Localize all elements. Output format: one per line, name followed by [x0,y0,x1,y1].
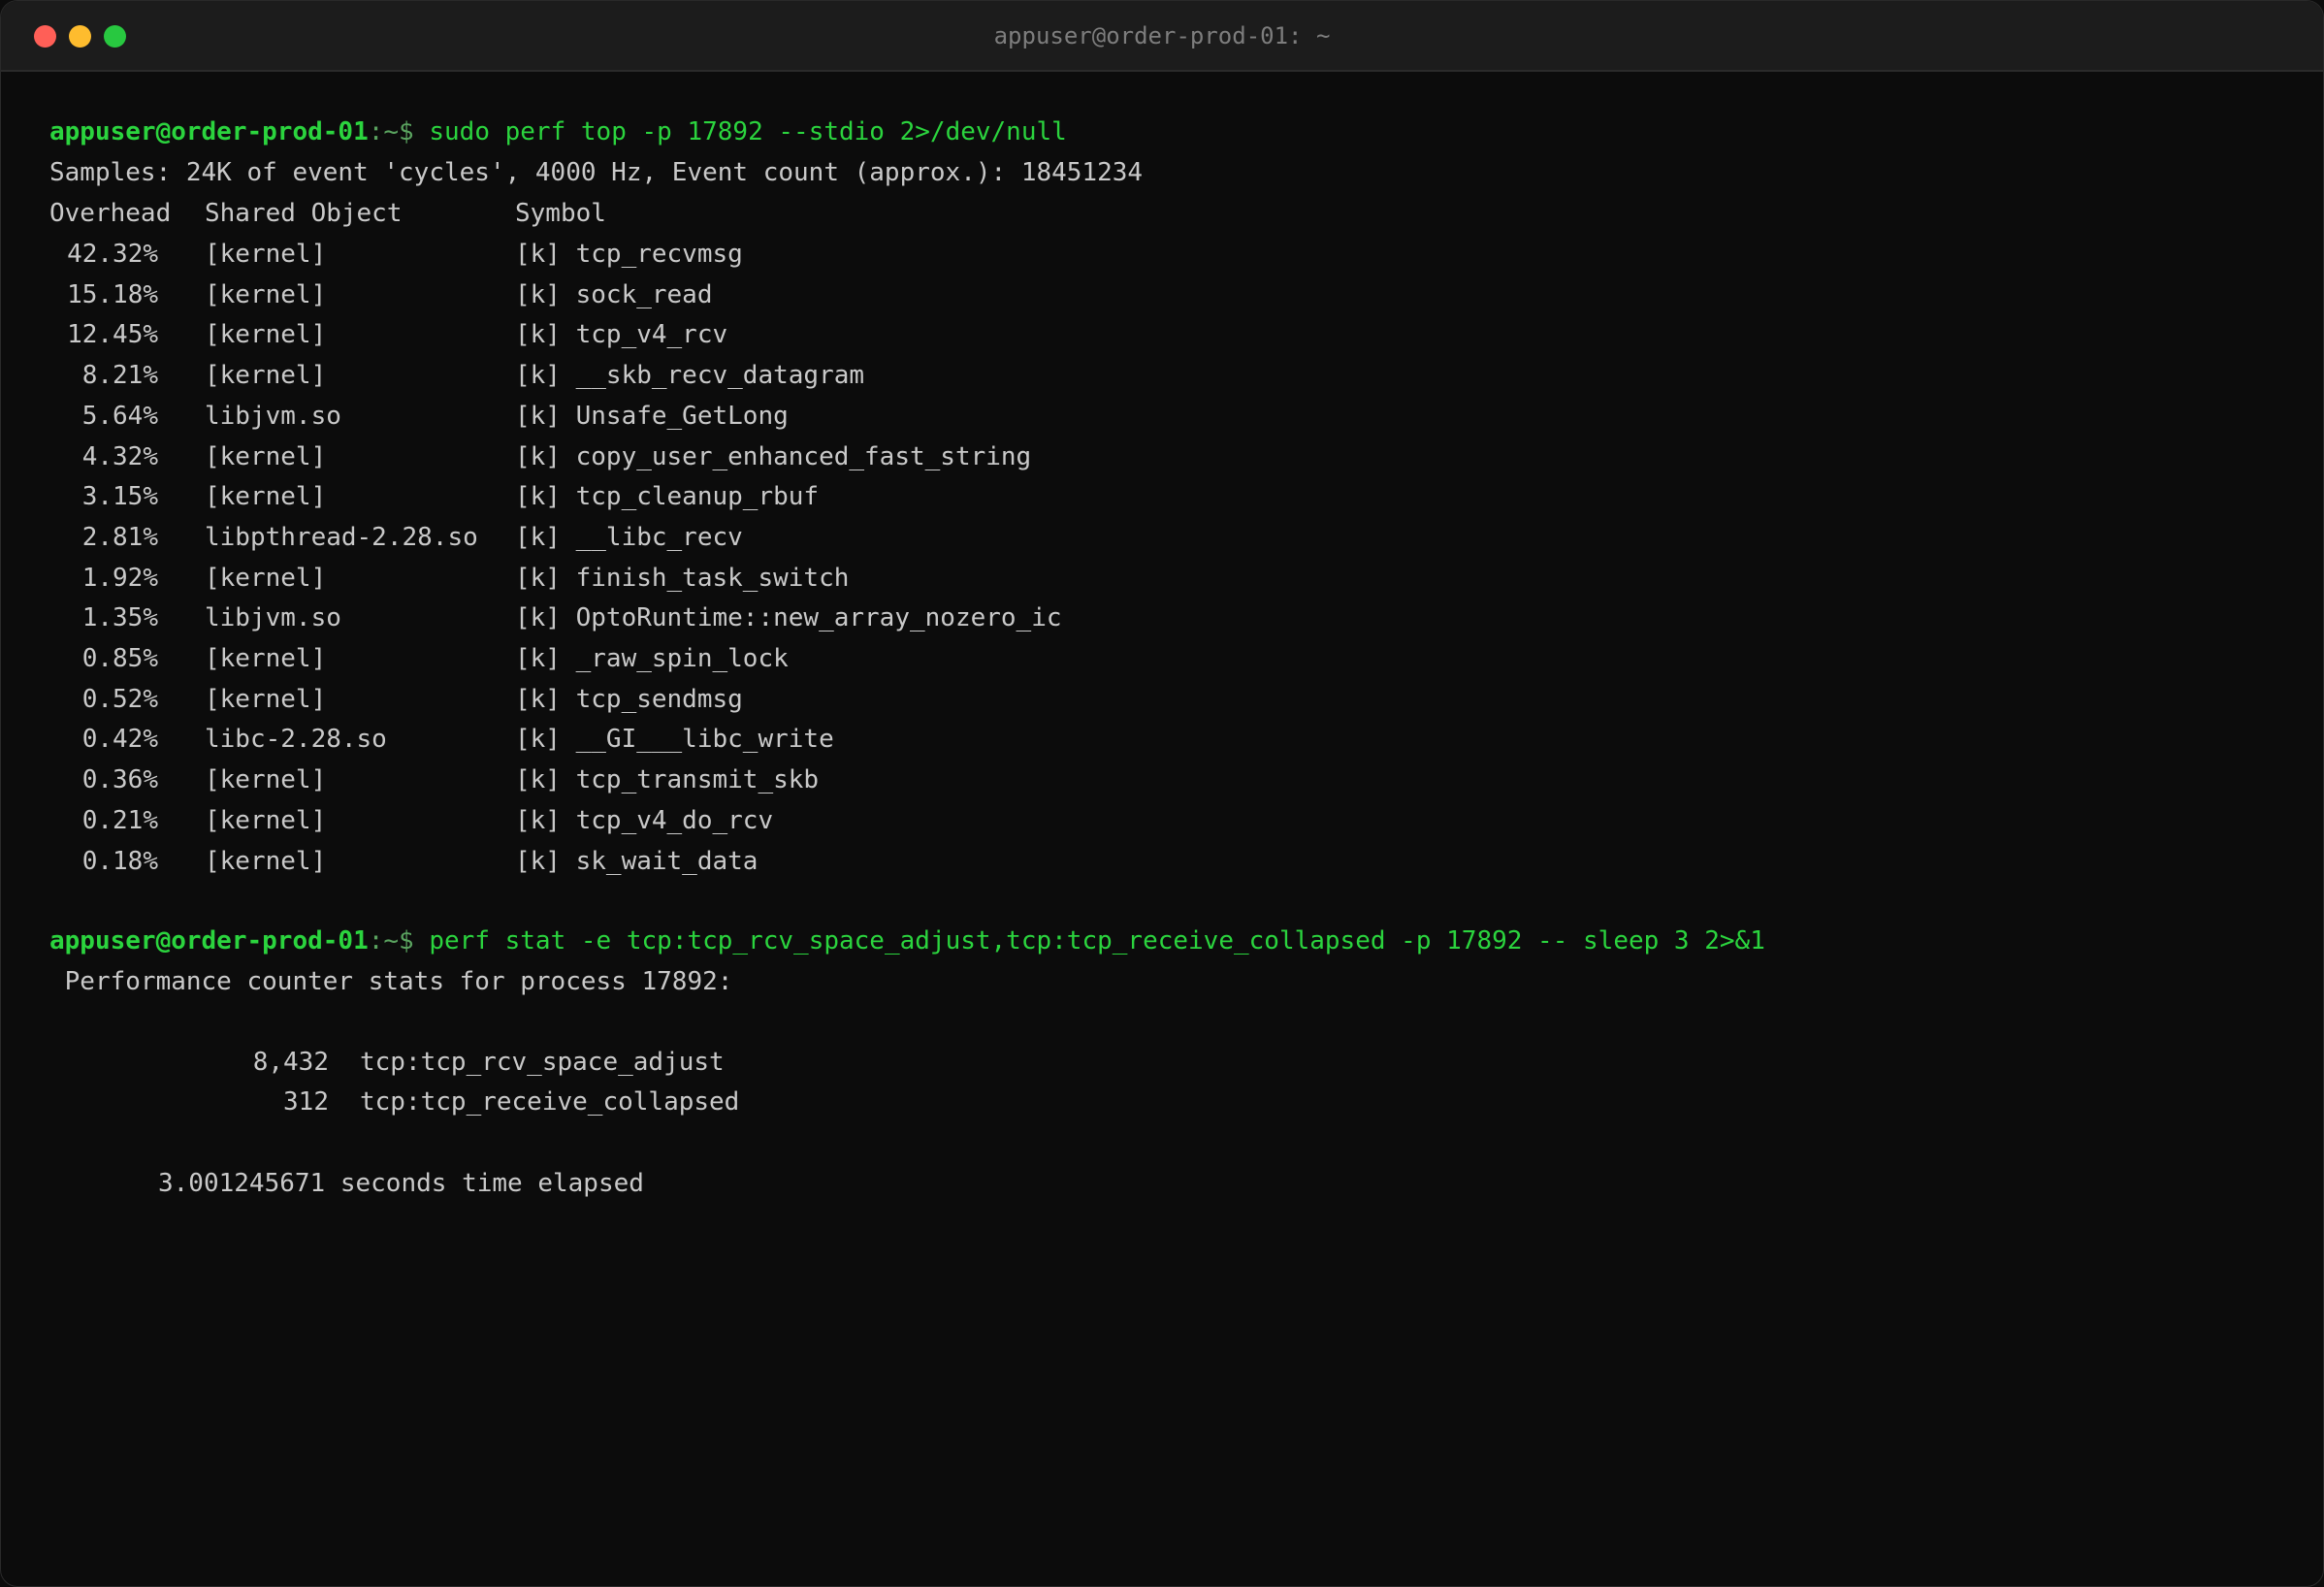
prompt-line-2: appuser@order-prod-01:~$ perf stat -e tc… [49,922,1765,960]
shared-object-value: [kernel] [205,644,327,673]
shared-object-value: [kernel] [205,563,327,593]
perf-top-row: 2.81% libpthread-2.28.so [k] __libc_recv [49,518,1310,557]
overhead-value: 2.81% [81,522,158,552]
overhead-value: 15.18% [67,279,158,309]
overhead-value: 4.32% [81,441,158,471]
perf-top-header: Overhead Shared Object Symbol [49,194,1213,233]
command-text: sudo perf top -p 17892 --stdio 2>/dev/nu… [429,117,1067,146]
perf-top-row: 1.92% [kernel] [k] finish_task_switch [49,559,1310,598]
elapsed-time-line: 3.001245671 seconds time elapsed [158,1169,644,1198]
overhead-value: 8.21% [81,361,158,391]
symbol-value: [k] tcp_v4_do_rcv [515,805,774,835]
shared-object-value: [kernel] [205,240,327,269]
perf-top-row: 8.21% [kernel] [k] __skb_recv_datagram [49,356,1310,395]
symbol-value: [k] tcp_cleanup_rbuf [515,482,820,512]
counter-value: 8,432 [252,1048,329,1077]
shared-object-value: [kernel] [205,279,327,309]
counter-event-name: tcp:tcp_receive_collapsed [360,1087,740,1117]
overhead-value: 0.42% [81,725,158,755]
counter-event-name: tcp:tcp_rcv_space_adjust [360,1048,725,1077]
symbol-value: [k] tcp_sendmsg [515,684,743,714]
title-bar: appuser@order-prod-01: ~ [1,1,2323,72]
symbol-value: [k] Unsafe_GetLong [515,401,789,431]
symbol-value: [k] tcp_recvmsg [515,240,743,269]
symbol-value: [k] OptoRuntime::new_array_nozero_ic [515,603,1062,633]
perf-top-row: 0.21% [kernel] [k] tcp_v4_do_rcv [49,801,1310,840]
symbol-value: [k] tcp_v4_rcv [515,320,728,350]
perf-stat-row: 8,432 tcp:tcp_rcv_space_adjust [49,1043,1019,1082]
samples-line: Samples: 24K of event 'cycles', 4000 Hz,… [49,158,1144,187]
header-shared-object: Shared Object [205,199,403,228]
perf-top-row: 0.18% [kernel] [k] sk_wait_data [49,842,1310,881]
symbol-value: [k] __skb_recv_datagram [515,361,865,391]
overhead-value: 3.15% [81,482,158,512]
symbol-value: [k] copy_user_enhanced_fast_string [515,441,1032,471]
perf-top-row: 12.45% [kernel] [k] tcp_v4_rcv [49,315,1310,354]
shared-object-value: [kernel] [205,846,327,876]
shared-object-value: libjvm.so [205,401,341,431]
perf-top-row: 42.32% [kernel] [k] tcp_recvmsg [49,235,1310,274]
perf-top-row: 0.42% libc-2.28.so [k] __GI___libc_write [49,720,1310,759]
symbol-value: [k] finish_task_switch [515,563,850,593]
symbol-value: [k] sock_read [515,279,713,309]
perf-top-row: 0.36% [kernel] [k] tcp_transmit_skb [49,761,1310,799]
counter-value: 312 [283,1087,329,1117]
perf-top-row: 5.64% libjvm.so [k] Unsafe_GetLong [49,397,1310,436]
overhead-value: 0.85% [81,644,158,673]
shared-object-value: [kernel] [205,441,327,471]
shared-object-value: libjvm.so [205,603,341,633]
shared-object-value: [kernel] [205,482,327,512]
overhead-value: 42.32% [67,240,158,269]
window-title: appuser@order-prod-01: ~ [993,22,1331,49]
shared-object-value: libc-2.28.so [205,725,387,755]
symbol-value: [k] _raw_spin_lock [515,644,789,673]
perf-top-row: 4.32% [kernel] [k] copy_user_enhanced_fast… [49,437,1310,476]
perf-top-row: 0.52% [kernel] [k] tcp_sendmsg [49,680,1310,719]
header-symbol: Symbol [515,199,606,228]
terminal-window: appuser@order-prod-01: ~ appuser@order-p… [0,0,2324,1587]
overhead-value: 0.36% [81,765,158,795]
symbol-value: [k] __libc_recv [515,522,743,552]
shared-object-value: [kernel] [205,805,327,835]
overhead-value: 1.92% [81,563,158,593]
overhead-value: 12.45% [67,320,158,350]
header-overhead: Overhead [49,199,172,228]
perf-top-row: 1.35% libjvm.so [k] OptoRuntime::new_array… [49,599,1310,637]
prompt-user-host: appuser@order-prod-01 [49,926,369,955]
perf-stat-row: 312 tcp:tcp_receive_collapsed [49,1083,1019,1121]
perf-top-row: 0.85% [kernel] [k] _raw_spin_lock [49,639,1310,678]
overhead-value: 0.18% [81,846,158,876]
prompt-path: :~$ [368,117,430,146]
prompt-path: :~$ [368,926,430,955]
prompt-user-host: appuser@order-prod-01 [49,117,369,146]
terminal-output[interactable]: appuser@order-prod-01:~$ sudo perf top -… [49,113,2284,1547]
perf-top-row: 3.15% [kernel] [k] tcp_cleanup_rbuf [49,477,1310,516]
perf-stat-header: Performance counter stats for process 17… [49,967,733,996]
symbol-value: [k] sk_wait_data [515,846,759,876]
symbol-value: [k] __GI___libc_write [515,725,834,755]
shared-object-value: [kernel] [205,320,327,350]
perf-top-row: 15.18% [kernel] [k] sock_read [49,275,1310,314]
overhead-value: 0.52% [81,684,158,714]
overhead-value: 1.35% [81,603,158,633]
command-text: perf stat -e tcp:tcp_rcv_space_adjust,tc… [429,926,1765,955]
symbol-value: [k] tcp_transmit_skb [515,765,820,795]
shared-object-value: [kernel] [205,684,327,714]
shared-object-value: [kernel] [205,765,327,795]
prompt-line-1: appuser@order-prod-01:~$ sudo perf top -… [49,113,1067,151]
shared-object-value: [kernel] [205,361,327,391]
shared-object-value: libpthread-2.28.so [205,522,478,552]
overhead-value: 5.64% [81,401,158,431]
overhead-value: 0.21% [81,805,158,835]
